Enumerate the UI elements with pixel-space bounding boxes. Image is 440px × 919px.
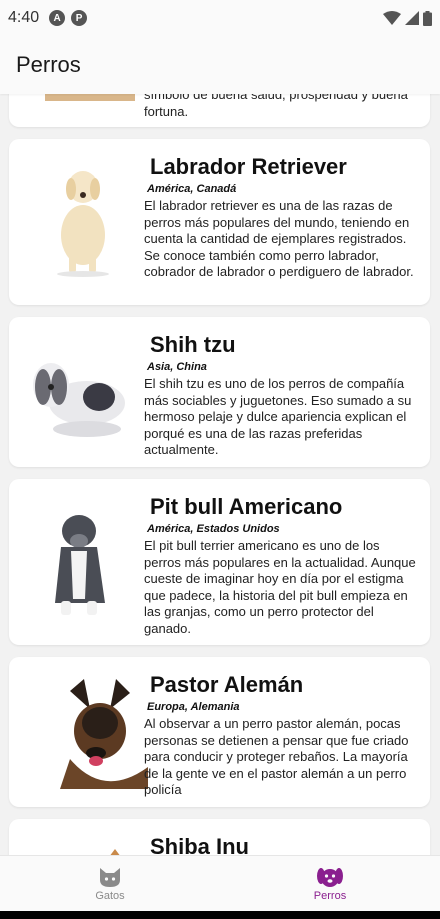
status-bar: 4:40 A P (0, 0, 440, 36)
app-notification-icon-2: P (71, 10, 88, 26)
nav-label: Gatos (95, 889, 125, 902)
labrador-image (57, 171, 109, 277)
card-title: Labrador Retriever (150, 154, 347, 179)
pit-bull-image (55, 515, 105, 615)
app-notification-icon: A (49, 10, 66, 26)
card-description: El pit bull terrier americano es uno de … (144, 538, 416, 636)
card-description: El shih tzu es uno de los perros de comp… (144, 376, 412, 457)
nav-item-perros[interactable]: Perros (220, 856, 440, 911)
card-description: El labrador retriever es una de las raza… (144, 198, 414, 279)
nav-item-gatos[interactable]: Gatos (0, 856, 220, 911)
page-title: Perros (16, 52, 81, 77)
card-origin: América, Estados Unidos (147, 523, 280, 535)
wifi-icon (383, 11, 401, 25)
card-title: Pastor Alemán (150, 672, 304, 697)
dog-icon (317, 867, 343, 887)
card-title: Pit bull Americano (150, 494, 343, 519)
card-origin: América, Canadá (147, 183, 237, 195)
list-item[interactable]: Labrador Retriever América, Canadá El la… (9, 139, 430, 305)
bottom-navigation: Gatos Perros (0, 855, 440, 911)
list-item[interactable]: símbolo de buena salud, prosperidad y bu… (9, 94, 430, 127)
cat-icon (100, 867, 120, 887)
nav-label: Perros (313, 889, 347, 902)
signal-icon (405, 11, 419, 25)
system-navigation-bar (0, 911, 440, 919)
shih-tzu-image (33, 363, 125, 437)
dog-image (45, 94, 135, 101)
app-bar: Perros (0, 36, 440, 94)
card-title: Shih tzu (150, 332, 236, 357)
card-description: Al observar a un perro pastor alemán, po… (144, 716, 409, 797)
list-item[interactable]: Shih tzu Asia, China El shih tzu es uno … (9, 317, 430, 467)
card-title: Shiba Inu (150, 834, 249, 855)
card-origin: Asia, China (147, 361, 207, 373)
list-item[interactable]: Pit bull Americano América, Estados Unid… (9, 479, 430, 645)
list-item[interactable]: Shiba Inu (9, 819, 430, 855)
dog-list[interactable]: símbolo de buena salud, prosperidad y bu… (0, 94, 440, 855)
card-description: símbolo de buena salud, prosperidad y bu… (144, 94, 408, 119)
battery-icon (423, 10, 432, 26)
status-time: 4:40 (8, 9, 40, 26)
list-item[interactable]: Pastor Alemán Europa, Alemania Al observ… (9, 657, 430, 807)
card-origin: Europa, Alemania (147, 701, 240, 713)
